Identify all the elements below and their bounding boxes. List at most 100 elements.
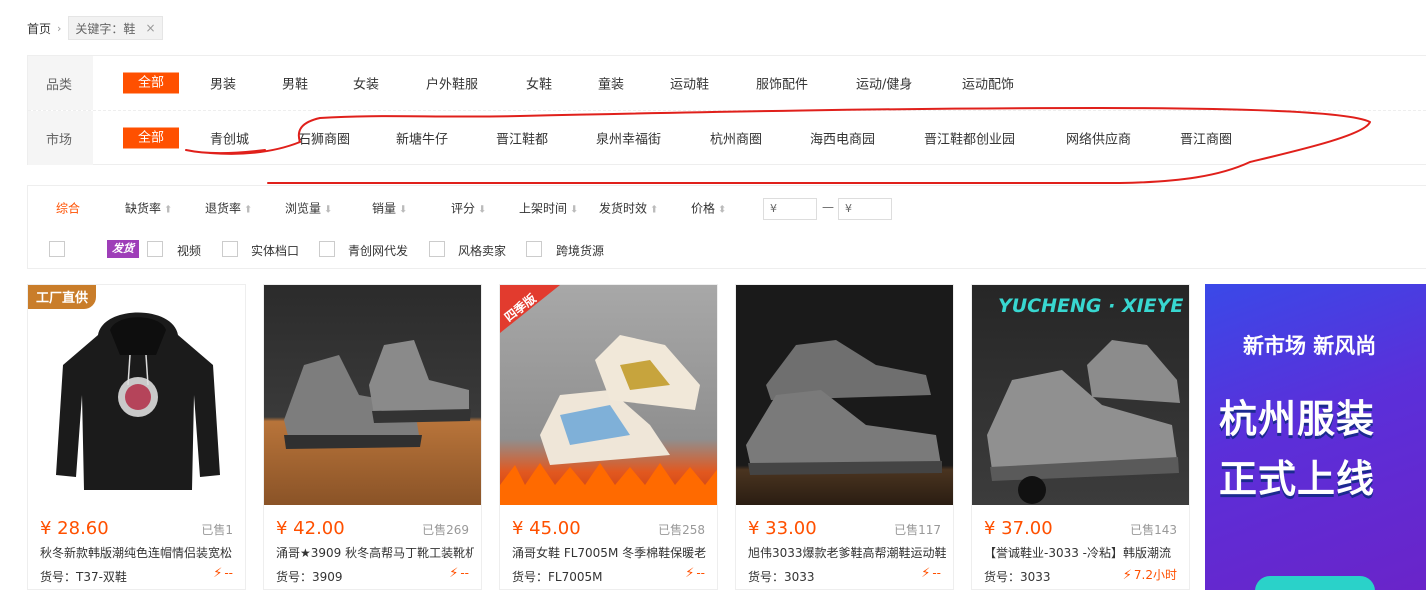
product-sku: 货号：3909	[276, 570, 343, 584]
checkbox-row: 发货 视频 实体档口 青创网代发 风格卖家 跨境货源	[28, 230, 1426, 270]
category-option-accessories[interactable]: 服饰配件	[756, 74, 808, 93]
product-image[interactable]	[736, 285, 953, 505]
physical-store-checkbox[interactable]	[222, 241, 238, 257]
sort-price[interactable]: 价格 ⬍	[691, 200, 726, 217]
product-price: ¥ 33.00	[748, 518, 817, 539]
product-card[interactable]: ¥ 42.00 已售269 涌哥★3909 秋冬高帮马丁靴工装靴机 货号：390…	[263, 284, 482, 590]
category-option-sports-fitness[interactable]: 运动/健身	[856, 74, 912, 93]
sort-down-arrow-icon: ⬇	[399, 204, 408, 216]
sort-bar: 综合 缺货率 ⬆ 退货率 ⬆ 浏览量 ⬇ 销量 ⬇ 评分 ⬇ 上架时间 ⬇ 发货时效 ⬆ 价格…	[27, 185, 1426, 269]
category-option-kids[interactable]: 童装	[598, 74, 624, 93]
category-option-outdoor[interactable]: 户外鞋服	[426, 74, 478, 93]
page: 首页 › 关键字：鞋 × 品类 全部 男装 男鞋 女装 户外鞋服 女鞋 童装 运…	[0, 0, 1426, 590]
product-sold-count: 已售117	[894, 523, 941, 537]
sort-listing-time[interactable]: 上架时间 ⬇	[519, 200, 578, 217]
factory-badge: 工厂直供	[28, 285, 97, 309]
video-label: 视频	[177, 244, 202, 258]
market-option-all[interactable]: 全部	[123, 127, 180, 149]
sort-updown-arrow-icon: ⬍	[718, 204, 727, 216]
delivery-icon: ⚡	[685, 566, 695, 581]
market-option-qingchuangcheng[interactable]: 青创城	[210, 129, 249, 148]
category-option-womens-clothing[interactable]: 女装	[353, 74, 379, 93]
category-label: 品类	[28, 56, 93, 110]
product-price: ¥ 28.60	[40, 518, 109, 539]
sort-up-arrow-icon: ⬆	[244, 204, 253, 216]
product-title[interactable]: 秋冬新款韩版潮纯色连帽情侣装宽松	[40, 544, 238, 561]
market-option-quanzhou[interactable]: 泉州幸福街	[596, 129, 661, 148]
video-checkbox[interactable]	[147, 241, 163, 257]
price-min-input[interactable]: ¥	[763, 198, 817, 220]
category-option-sneakers[interactable]: 运动鞋	[670, 74, 709, 93]
product-sold-count: 已售143	[1130, 523, 1177, 537]
product-image[interactable]: 四季版	[500, 285, 717, 505]
shipping-time: ⚡ --	[921, 566, 941, 581]
market-option-jinjiang-park[interactable]: 晋江鞋都创业园	[924, 129, 1015, 148]
sort-label: 浏览量	[285, 201, 322, 216]
category-option-all[interactable]: 全部	[123, 72, 180, 94]
product-price: ¥ 37.00	[984, 518, 1053, 539]
crossborder-checkbox[interactable]	[526, 241, 542, 257]
market-filter-row: 市场 全部 青创城 石狮商圈 新塘牛仔 晋江鞋都 泉州幸福街 杭州商圈 海西电商…	[28, 110, 1426, 165]
sort-rating[interactable]: 评分 ⬇	[451, 200, 486, 217]
sort-comprehensive[interactable]: 综合	[56, 200, 80, 217]
sort-label: 上架时间	[519, 201, 568, 216]
sort-shipping-speed[interactable]: 发货时效 ⬆	[599, 200, 658, 217]
price-max-input[interactable]: ¥	[838, 198, 892, 220]
promo-headline-line2: 正式上线	[1219, 457, 1376, 501]
dropship-checkbox[interactable]	[319, 241, 335, 257]
product-card[interactable]: 四季版 ¥ 45.00 已售258 涌哥女鞋 FL7005M 冬季棉鞋保暖老 货…	[499, 284, 718, 590]
close-icon[interactable]: ×	[145, 21, 155, 35]
sort-views[interactable]: 浏览量 ⬇	[285, 200, 332, 217]
product-image[interactable]	[264, 285, 481, 505]
sneakers-image	[987, 340, 1180, 504]
category-option-womens-shoes[interactable]: 女鞋	[526, 74, 552, 93]
product-sku: 货号：FL7005M	[512, 570, 603, 584]
category-option-sports-accessories[interactable]: 运动配饰	[962, 74, 1014, 93]
promo-button[interactable]	[1255, 576, 1375, 590]
style-seller-checkbox[interactable]	[429, 241, 445, 257]
dropship-label: 青创网代发	[348, 244, 409, 258]
delivery-icon: ⚡	[921, 566, 931, 581]
shipping-time-value: --	[460, 566, 469, 580]
market-option-xintang[interactable]: 新塘牛仔	[396, 129, 448, 148]
market-option-haixi[interactable]: 海西电商园	[810, 129, 875, 148]
category-option-mens-shoes[interactable]: 男鞋	[282, 74, 308, 93]
market-option-shishi[interactable]: 石狮商圈	[298, 129, 350, 148]
market-label: 市场	[28, 111, 93, 165]
sort-label: 销量	[372, 201, 397, 216]
physical-store-label: 实体档口	[251, 244, 300, 258]
product-title[interactable]: 旭伟3033爆款老爹鞋高帮潮鞋运动鞋	[748, 544, 946, 561]
brand-text: YUCHENG · XIEYE	[998, 295, 1184, 317]
sort-return-rate[interactable]: 退货率 ⬆	[205, 200, 252, 217]
product-card[interactable]: 工厂直供 ¥ 28.60 已售1 秋冬新款韩版潮纯色连帽情侣装宽松 货号：T37…	[27, 284, 246, 590]
product-sold-count: 已售258	[658, 523, 705, 537]
product-price: ¥ 42.00	[276, 518, 345, 539]
product-card[interactable]: ¥ 33.00 已售117 旭伟3033爆款老爹鞋高帮潮鞋运动鞋 货号：3033…	[735, 284, 954, 590]
sort-sales[interactable]: 销量 ⬇	[372, 200, 407, 217]
product-title[interactable]: 【誉诚鞋业-3033 -冷粘】韩版潮流	[984, 544, 1182, 561]
filter-panel: 品类 全部 男装 男鞋 女装 户外鞋服 女鞋 童装 运动鞋 服饰配件 运动/健身…	[27, 55, 1426, 165]
market-option-jinjiang[interactable]: 晋江商圈	[1180, 129, 1232, 148]
shipping-time: ⚡ --	[449, 566, 469, 581]
market-option-hangzhou[interactable]: 杭州商圈	[710, 129, 762, 148]
hoodie-image	[56, 312, 220, 490]
sneakers-image	[746, 340, 942, 475]
product-title[interactable]: 涌哥★3909 秋冬高帮马丁靴工装靴机	[276, 544, 474, 561]
promo-banner[interactable]: 新市场 新风尚 杭州服装 正式上线	[1205, 284, 1426, 590]
shipping-time: ⚡ 7.2小时	[1123, 566, 1177, 583]
breadcrumb-home-link[interactable]: 首页	[27, 20, 51, 37]
product-title[interactable]: 涌哥女鞋 FL7005M 冬季棉鞋保暖老	[512, 544, 710, 561]
market-option-jinjiang-shoes[interactable]: 晋江鞋都	[496, 129, 548, 148]
shipping-checkbox[interactable]	[49, 241, 65, 257]
shipping-badge: 发货	[107, 240, 139, 258]
product-card[interactable]: YUCHENG · XIEYE ¥ 37.00 已售143 【誉诚鞋业-3033…	[971, 284, 1190, 590]
sort-row: 综合 缺货率 ⬆ 退货率 ⬆ 浏览量 ⬇ 销量 ⬇ 评分 ⬇ 上架时间 ⬇ 发货时效 ⬆ 价格…	[28, 186, 1426, 230]
product-image[interactable]: 工厂直供	[28, 285, 245, 505]
product-sku: 货号：T37-双鞋	[40, 570, 127, 584]
product-image[interactable]: YUCHENG · XIEYE	[972, 285, 1189, 505]
style-seller-label: 风格卖家	[458, 244, 507, 258]
category-option-mens-clothing[interactable]: 男装	[210, 74, 236, 93]
shipping-time-value: --	[696, 566, 705, 580]
market-option-online-supplier[interactable]: 网络供应商	[1066, 129, 1131, 148]
sort-out-of-stock-rate[interactable]: 缺货率 ⬆	[125, 200, 172, 217]
